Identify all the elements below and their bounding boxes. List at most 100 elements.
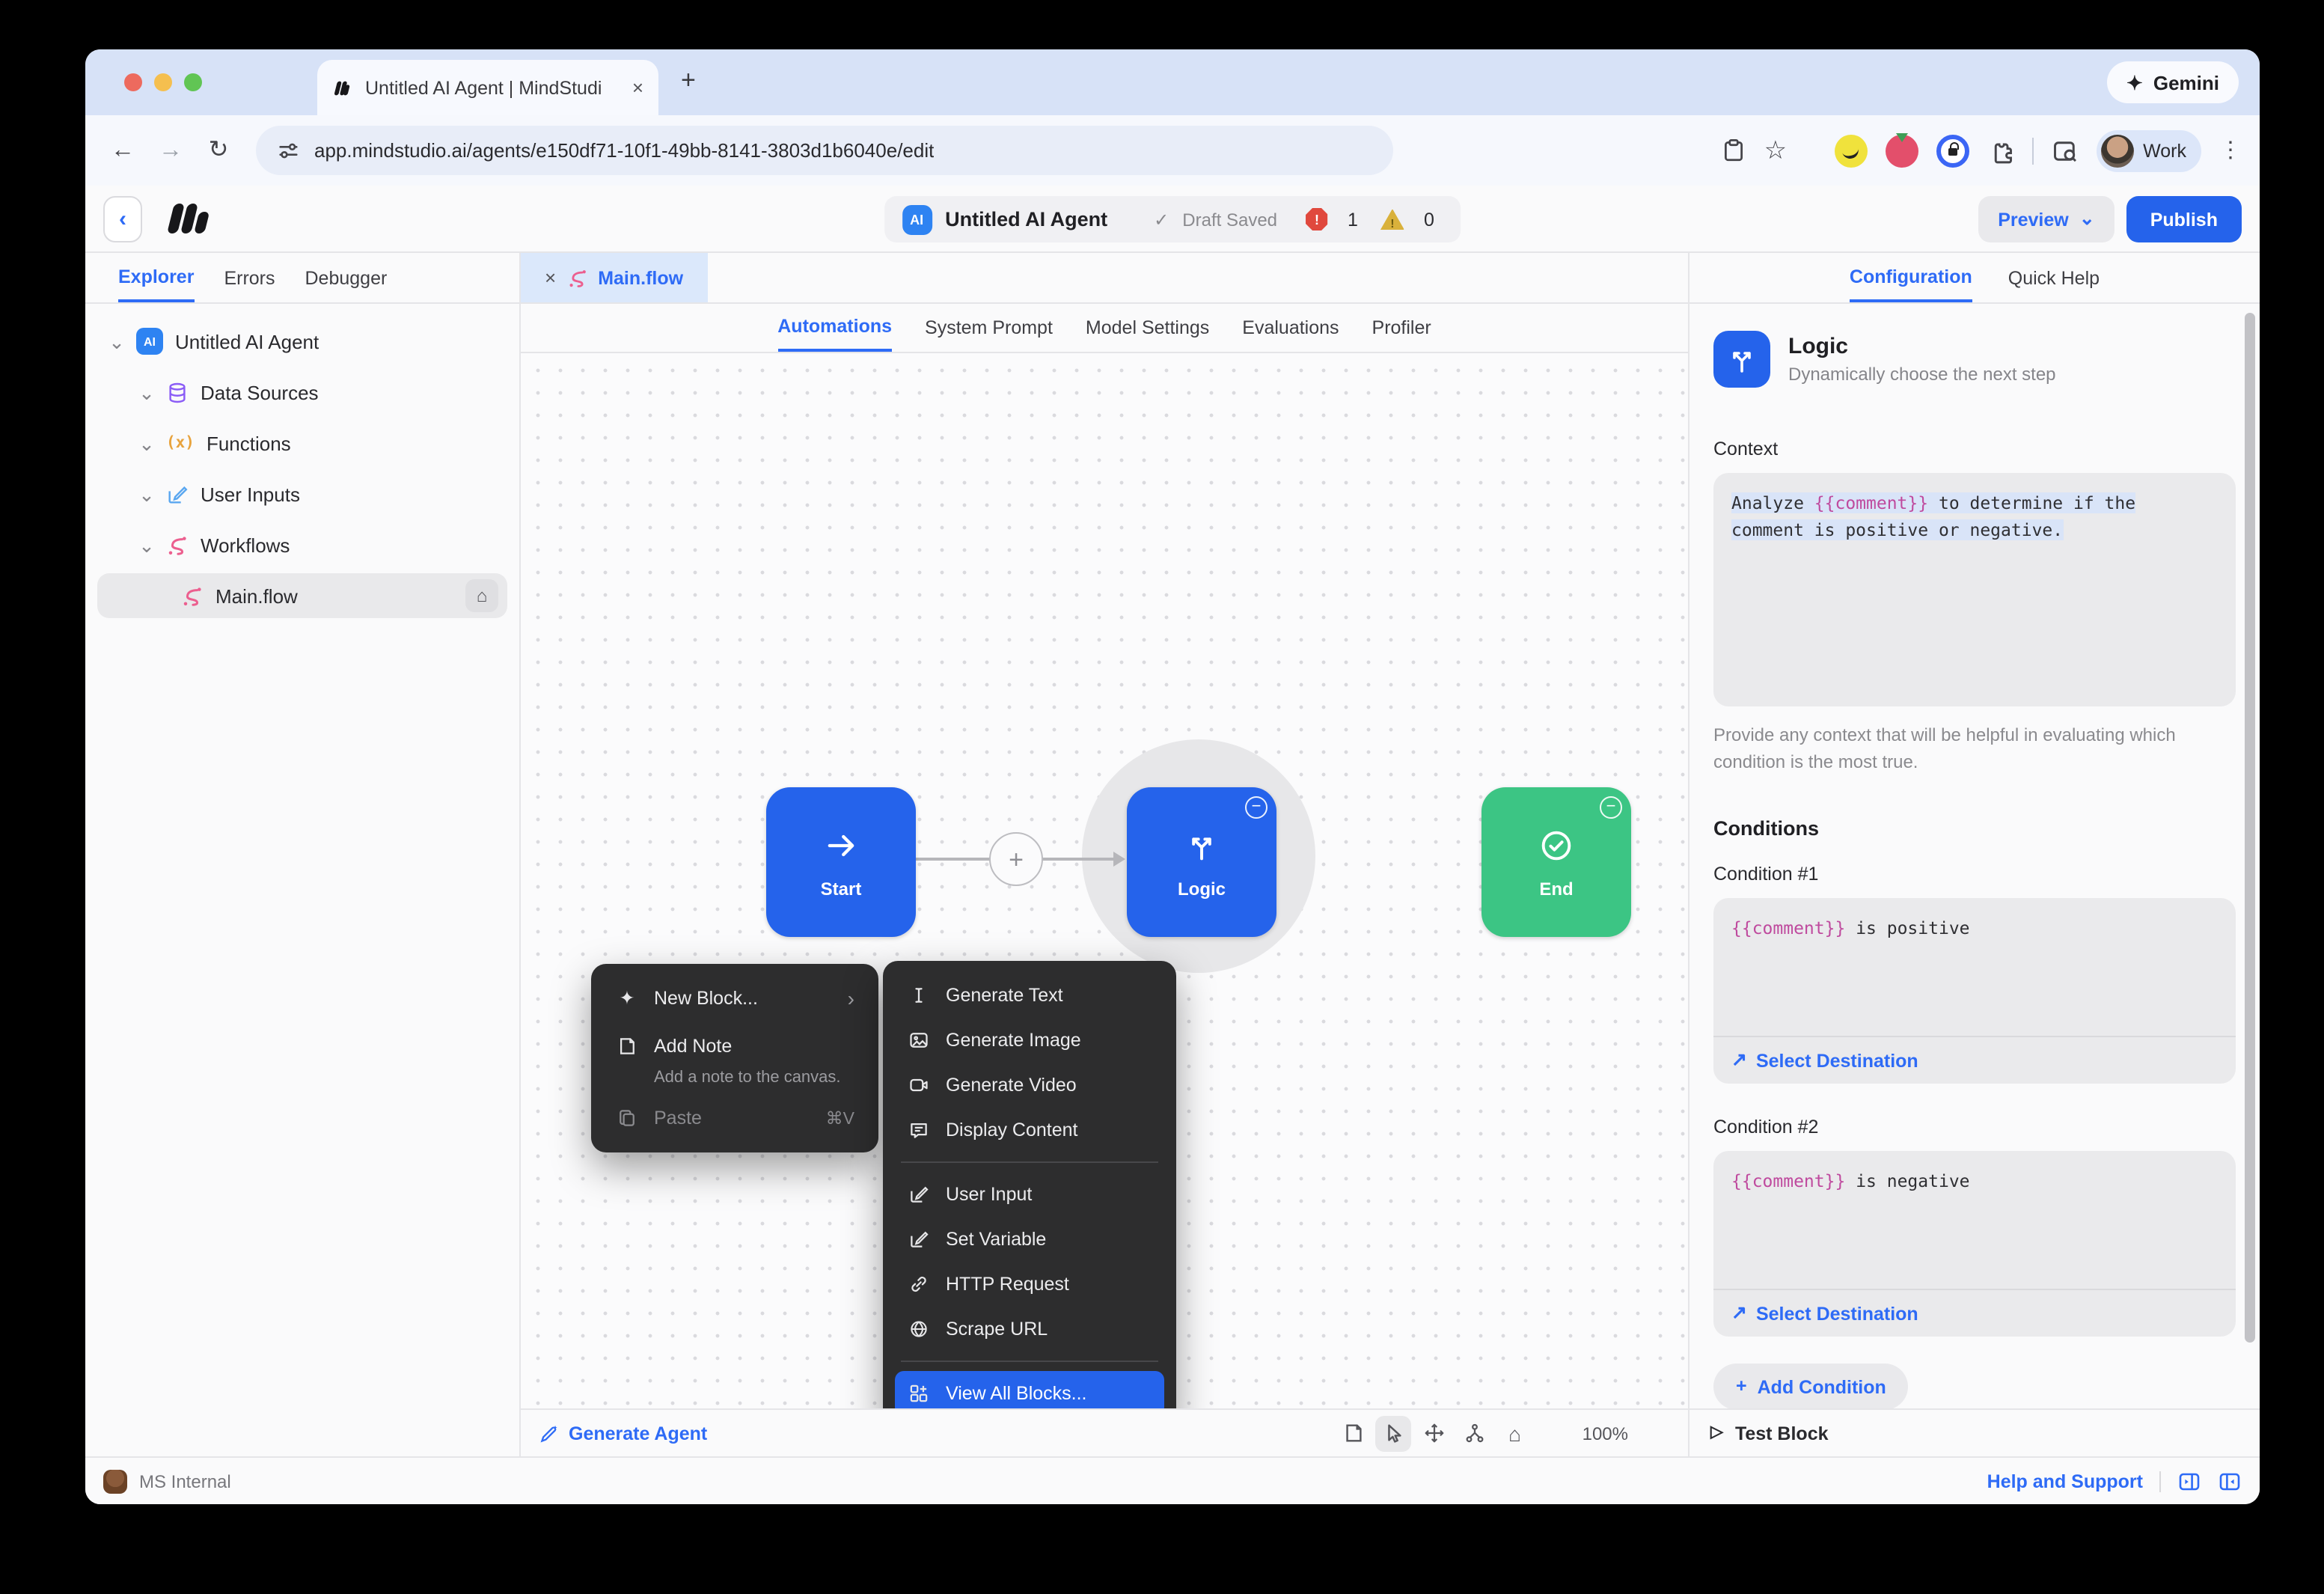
menu-item-generate-image[interactable]: Generate Image — [895, 1018, 1164, 1063]
layout-tool[interactable] — [1457, 1415, 1493, 1451]
logic-node[interactable]: − Logic — [1127, 787, 1276, 937]
forward-icon[interactable]: → — [151, 138, 190, 162]
test-block-button[interactable]: ▷ Test Block — [1690, 1408, 2260, 1456]
menu-item-user-input[interactable]: User Input — [895, 1172, 1164, 1217]
node-label: End — [1539, 878, 1573, 899]
add-note-tool[interactable] — [1336, 1415, 1372, 1451]
condition-2-input[interactable]: {{comment}} is negative ↗ Select Destina… — [1713, 1151, 2236, 1337]
insert-block-button[interactable]: + — [989, 832, 1043, 886]
help-and-support-link[interactable]: Help and Support — [1987, 1471, 2143, 1491]
collapse-node-icon[interactable]: − — [1245, 796, 1268, 819]
chevron-down-icon[interactable]: ⌄ — [139, 535, 154, 555]
menu-item-http-request[interactable]: HTTP Request — [895, 1262, 1164, 1307]
preview-button[interactable]: Preview ⌄ — [1978, 196, 2114, 242]
fit-view-tool[interactable]: ⌂ — [1497, 1415, 1533, 1451]
tab-explorer[interactable]: Explorer — [118, 253, 194, 302]
zoom-out-button[interactable] — [1538, 1415, 1574, 1451]
menu-item-description: Add a note to the canvas. — [603, 1069, 866, 1096]
select-tool[interactable] — [1376, 1415, 1412, 1451]
tab-system-prompt[interactable]: System Prompt — [925, 304, 1053, 352]
menu-item-view-all-blocks[interactable]: View All Blocks... — [895, 1371, 1164, 1408]
tree-item-root[interactable]: ⌄ AI Untitled AI Agent — [85, 316, 519, 367]
menu-label: Display Content — [946, 1120, 1078, 1140]
zoom-in-button[interactable] — [1637, 1415, 1673, 1451]
start-node[interactable]: Start — [766, 787, 916, 937]
tree-item-workflows[interactable]: ⌄ Workflows — [85, 519, 519, 570]
chevron-down-icon[interactable]: ⌄ — [109, 332, 124, 351]
menu-item-generate-text[interactable]: Generate Text — [895, 973, 1164, 1018]
extension-password-icon[interactable] — [1936, 134, 1969, 167]
home-icon: ⌂ — [1508, 1423, 1521, 1444]
tab-configuration[interactable]: Configuration — [1850, 253, 1972, 302]
tab-evaluations[interactable]: Evaluations — [1242, 304, 1339, 352]
agent-title[interactable]: Untitled AI Agent — [945, 208, 1107, 230]
home-flow-button[interactable]: ⌂ — [465, 579, 498, 612]
minimize-window-button[interactable] — [154, 73, 172, 91]
site-settings-icon[interactable] — [277, 139, 299, 162]
browser-menu-icon[interactable]: ⋮ — [2219, 139, 2242, 162]
generate-agent-button[interactable]: Generate Agent — [539, 1423, 707, 1444]
reload-icon[interactable]: ↻ — [199, 138, 238, 162]
browser-tab[interactable]: Untitled AI Agent | MindStudi × — [317, 60, 658, 115]
menu-item-display-content[interactable]: Display Content — [895, 1108, 1164, 1152]
pan-tool[interactable] — [1416, 1415, 1452, 1451]
fullscreen-window-button[interactable] — [184, 73, 202, 91]
condition-1-input[interactable]: {{comment}} is positive ↗ Select Destina… — [1713, 898, 2236, 1084]
close-icon[interactable]: × — [545, 268, 556, 287]
tab-close-icon[interactable]: × — [632, 78, 643, 97]
toggle-left-panel-icon[interactable] — [2218, 1469, 2242, 1493]
context-input[interactable]: Analyze {{comment}} to determine if the … — [1713, 473, 2236, 706]
chevron-right-icon: › — [848, 988, 854, 1009]
menu-item-new-block[interactable]: ✦ New Block... › — [603, 976, 866, 1021]
menu-item-generate-video[interactable]: Generate Video — [895, 1063, 1164, 1108]
menu-item-add-note[interactable]: Add Note — [603, 1024, 866, 1069]
chevron-down-icon[interactable]: ⌄ — [139, 433, 154, 453]
warning-badge-icon[interactable]: ! — [1380, 209, 1404, 230]
tab-search-icon[interactable] — [2052, 137, 2079, 164]
collapse-node-icon[interactable]: − — [1600, 796, 1622, 819]
workflow-canvas[interactable]: + Start − Logic − End — [521, 353, 1688, 1408]
tree-item-user-inputs[interactable]: ⌄ User Inputs — [85, 468, 519, 519]
new-tab-button[interactable]: + — [681, 67, 696, 93]
toggle-right-panel-icon[interactable] — [2177, 1469, 2201, 1493]
tab-debugger[interactable]: Debugger — [305, 253, 388, 302]
address-bar[interactable]: app.mindstudio.ai/agents/e150df71-10f1-4… — [256, 126, 1393, 175]
workspace-name[interactable]: MS Internal — [139, 1471, 231, 1491]
tree-item-data-sources[interactable]: ⌄ Data Sources — [85, 367, 519, 418]
pencil-icon — [166, 483, 189, 505]
tab-model-settings[interactable]: Model Settings — [1086, 304, 1209, 352]
explorer-sidebar: Explorer Errors Debugger ⌄ AI Untitled A… — [85, 253, 521, 1456]
menu-item-paste[interactable]: Paste ⌘V — [603, 1096, 866, 1140]
error-badge-icon[interactable]: ! — [1306, 208, 1328, 230]
file-tab-main-flow[interactable]: × Main.flow — [521, 253, 707, 302]
select-destination-link[interactable]: ↗ Select Destination — [1731, 1045, 1918, 1075]
clipboard-icon[interactable] — [1721, 138, 1746, 163]
close-window-button[interactable] — [124, 73, 142, 91]
tree-label: User Inputs — [201, 483, 300, 505]
tree-item-functions[interactable]: ⌄ (x) Functions — [85, 418, 519, 468]
bookmark-star-icon[interactable]: ☆ — [1764, 138, 1788, 163]
tab-profiler[interactable]: Profiler — [1372, 304, 1431, 352]
end-node[interactable]: − End — [1481, 787, 1631, 937]
chevron-down-icon[interactable]: ⌄ — [139, 484, 154, 504]
tree-item-main-flow[interactable]: Main.flow ⌂ — [97, 573, 507, 618]
tab-errors[interactable]: Errors — [224, 253, 275, 302]
select-destination-link[interactable]: ↗ Select Destination — [1731, 1298, 1918, 1328]
gemini-button[interactable]: ✦ Gemini — [2107, 61, 2239, 103]
back-icon[interactable]: ← — [103, 138, 142, 162]
menu-item-scrape-url[interactable]: Scrape URL — [895, 1307, 1164, 1352]
zoom-level[interactable]: 100% — [1583, 1423, 1628, 1444]
back-to-dashboard-button[interactable]: ‹ — [103, 196, 142, 242]
workspace-avatar[interactable] — [103, 1469, 127, 1493]
tab-automations[interactable]: Automations — [777, 304, 892, 352]
add-condition-button[interactable]: + Add Condition — [1713, 1364, 1909, 1408]
menu-item-set-variable[interactable]: Set Variable — [895, 1217, 1164, 1262]
config-scrollbar[interactable] — [2245, 313, 2255, 1343]
tab-quick-help[interactable]: Quick Help — [2008, 253, 2100, 302]
publish-button[interactable]: Publish — [2126, 196, 2242, 242]
extensions-puzzle-icon[interactable] — [1987, 137, 2014, 164]
extension-strawberry-icon[interactable] — [1886, 134, 1918, 167]
browser-profile-chip[interactable]: Work — [2097, 129, 2201, 171]
chevron-down-icon[interactable]: ⌄ — [139, 382, 154, 402]
extension-banana-icon[interactable] — [1835, 134, 1868, 167]
